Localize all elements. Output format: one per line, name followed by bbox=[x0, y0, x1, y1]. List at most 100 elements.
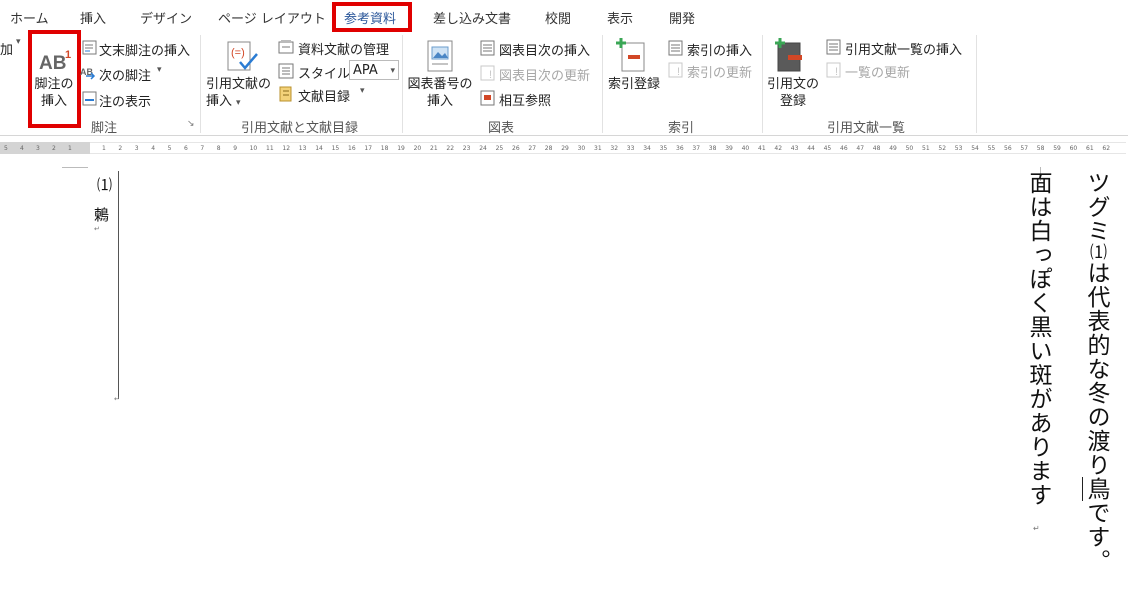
ruler-number: 39 bbox=[725, 145, 733, 152]
footnote-text[interactable]: 鶫 bbox=[92, 207, 110, 223]
ruler-number: 29 bbox=[561, 145, 569, 152]
ruler-number: 9 bbox=[233, 145, 238, 152]
next-footnote-button[interactable]: 次の脚注 bbox=[99, 65, 151, 84]
group-separator bbox=[976, 35, 977, 133]
next-footnote-icon: AB bbox=[80, 67, 96, 80]
footnote-highlight-box bbox=[28, 30, 81, 128]
body-text-line-1[interactable]: ツグミ⑴は代表的な冬の渡り鳥です。 bbox=[1082, 171, 1109, 573]
ruler-number: 32 bbox=[610, 145, 619, 152]
cross-reference-button[interactable]: 相互参照 bbox=[499, 90, 551, 109]
ruler-number: 43 bbox=[790, 145, 799, 152]
tab-developer[interactable]: 開発 bbox=[669, 8, 695, 27]
ruler-number: 2 bbox=[118, 145, 123, 152]
svg-text:!: ! bbox=[489, 69, 492, 81]
paragraph-mark: ↵ bbox=[1033, 524, 1040, 533]
cross-reference-icon bbox=[480, 90, 495, 106]
ruler-number: 1 bbox=[102, 145, 106, 152]
ruler-number: 33 bbox=[626, 145, 635, 152]
ruler-number: 10 bbox=[249, 145, 258, 152]
ruler-number: 16 bbox=[348, 145, 356, 152]
update-table-icon: ! bbox=[480, 65, 495, 81]
horizontal-ruler[interactable]: 5 4 3 2 1 1 2 3 4 5 6 7 8 9 10 11 12 13 14 15 16 17 18 19 20 21 22… bbox=[0, 136, 1128, 160]
group-separator bbox=[762, 35, 763, 133]
ruler-number: 28 bbox=[544, 145, 553, 152]
ruler-number: 15 bbox=[331, 145, 340, 152]
update-table-button[interactable]: 図表目次の更新 bbox=[499, 65, 590, 84]
insert-table-of-figures-button[interactable]: 図表目次の挿入 bbox=[499, 40, 590, 59]
tab-highlight-box bbox=[332, 2, 412, 32]
ruler-number: 51 bbox=[922, 145, 930, 152]
index-group-label: 索引 bbox=[668, 121, 695, 136]
ruler-number: 62 bbox=[1102, 145, 1111, 152]
ruler-number: 3 bbox=[134, 145, 139, 152]
ruler-number: 50 bbox=[905, 145, 914, 152]
dropdown-arrow-icon: ▾ bbox=[16, 37, 21, 47]
update-toa-icon: ! bbox=[826, 62, 841, 78]
cut-off-command-label: 加 bbox=[0, 43, 14, 58]
dialog-launcher-icon[interactable]: ↘ bbox=[187, 119, 195, 129]
ruler-number: 31 bbox=[594, 145, 602, 152]
paragraph-mark: ↵ bbox=[94, 225, 100, 233]
ruler-number: 49 bbox=[889, 145, 897, 152]
ruler-number: 4 bbox=[151, 145, 156, 152]
ruler-number: 2 bbox=[52, 145, 56, 152]
tab-view[interactable]: 表示 bbox=[607, 8, 633, 27]
tab-page-layout[interactable]: ページ レイアウト bbox=[218, 8, 326, 27]
chevron-down-icon: ▾ bbox=[360, 86, 365, 96]
citations-group-label: 引用文献と文献目録 bbox=[241, 121, 359, 136]
ruler-number: 17 bbox=[364, 145, 373, 152]
show-notes-button[interactable]: 注の表示 bbox=[99, 91, 151, 110]
paragraph-mark: ↵ bbox=[114, 395, 120, 403]
body-text-line-2[interactable]: 面は白っぽく黒い斑があります bbox=[1025, 171, 1051, 507]
style-select[interactable]: APA ▾ bbox=[349, 60, 399, 80]
insert-citation-icon: (=) bbox=[227, 41, 258, 71]
update-toa-button[interactable]: 一覧の更新 bbox=[845, 62, 910, 81]
insert-endnote-button[interactable]: 文末脚注の挿入 bbox=[99, 40, 190, 59]
insert-caption-label: 図表番号の 挿入 bbox=[407, 77, 473, 109]
svg-text:(=): (=) bbox=[231, 47, 245, 59]
tab-review[interactable]: 校閲 bbox=[545, 8, 571, 27]
ruler-number: 48 bbox=[872, 145, 881, 152]
footnote-separator bbox=[118, 171, 119, 399]
ruler-number: 25 bbox=[495, 145, 504, 152]
ruler-number: 19 bbox=[397, 145, 405, 152]
ruler-number: 56 bbox=[1004, 145, 1012, 152]
ruler-number: 20 bbox=[413, 145, 422, 152]
tab-mailings[interactable]: 差し込み文書 bbox=[433, 8, 511, 27]
manage-sources-icon bbox=[278, 40, 294, 54]
ruler-number: 21 bbox=[430, 145, 438, 152]
style-icon bbox=[278, 63, 294, 79]
footnotes-group-label: 脚注 bbox=[91, 121, 118, 136]
insert-toa-button[interactable]: 引用文献一覧の挿入 bbox=[845, 39, 962, 58]
ruler-number: 46 bbox=[840, 145, 848, 152]
insert-index-icon bbox=[668, 40, 683, 56]
ruler-number: 1 bbox=[68, 145, 72, 152]
bibliography-button[interactable]: 文献目録 bbox=[298, 86, 350, 105]
tab-home[interactable]: ホーム bbox=[10, 8, 49, 27]
insert-index-button[interactable]: 索引の挿入 bbox=[687, 40, 752, 59]
ruler-number: 24 bbox=[479, 145, 487, 152]
footnote-reference[interactable]: ⑴ bbox=[1086, 243, 1106, 261]
group-separator bbox=[402, 35, 403, 133]
update-index-button[interactable]: 索引の更新 bbox=[687, 62, 752, 81]
update-index-icon: ! bbox=[668, 62, 683, 78]
tab-design[interactable]: デザイン bbox=[140, 8, 192, 27]
group-separator bbox=[602, 35, 603, 133]
ruler-number: 47 bbox=[856, 145, 865, 152]
mark-entry-icon bbox=[616, 38, 645, 72]
ruler-number: 54 bbox=[971, 145, 979, 152]
tab-insert[interactable]: 挿入 bbox=[80, 8, 106, 27]
ruler-number: 57 bbox=[1020, 145, 1029, 152]
cursor-word: 鳥 bbox=[1082, 477, 1109, 501]
insert-toa-icon bbox=[826, 39, 841, 55]
ruler-number: 12 bbox=[282, 145, 291, 152]
ruler-number: 6 bbox=[184, 145, 188, 152]
ruler-number: 18 bbox=[380, 145, 389, 152]
chevron-down-icon: ▾ bbox=[236, 98, 241, 108]
chevron-down-icon: ▾ bbox=[157, 65, 162, 75]
ruler-number: 11 bbox=[266, 145, 274, 152]
insert-endnote-icon bbox=[82, 40, 97, 55]
manage-sources-button[interactable]: 資料文献の管理 bbox=[298, 39, 389, 58]
document-page[interactable]: ツグミ⑴は代表的な冬の渡り鳥です。 面は白っぽく黒い斑があります ↵ ⑴ 鶫 ↵… bbox=[0, 161, 1128, 608]
ruler-number: 41 bbox=[758, 145, 766, 152]
